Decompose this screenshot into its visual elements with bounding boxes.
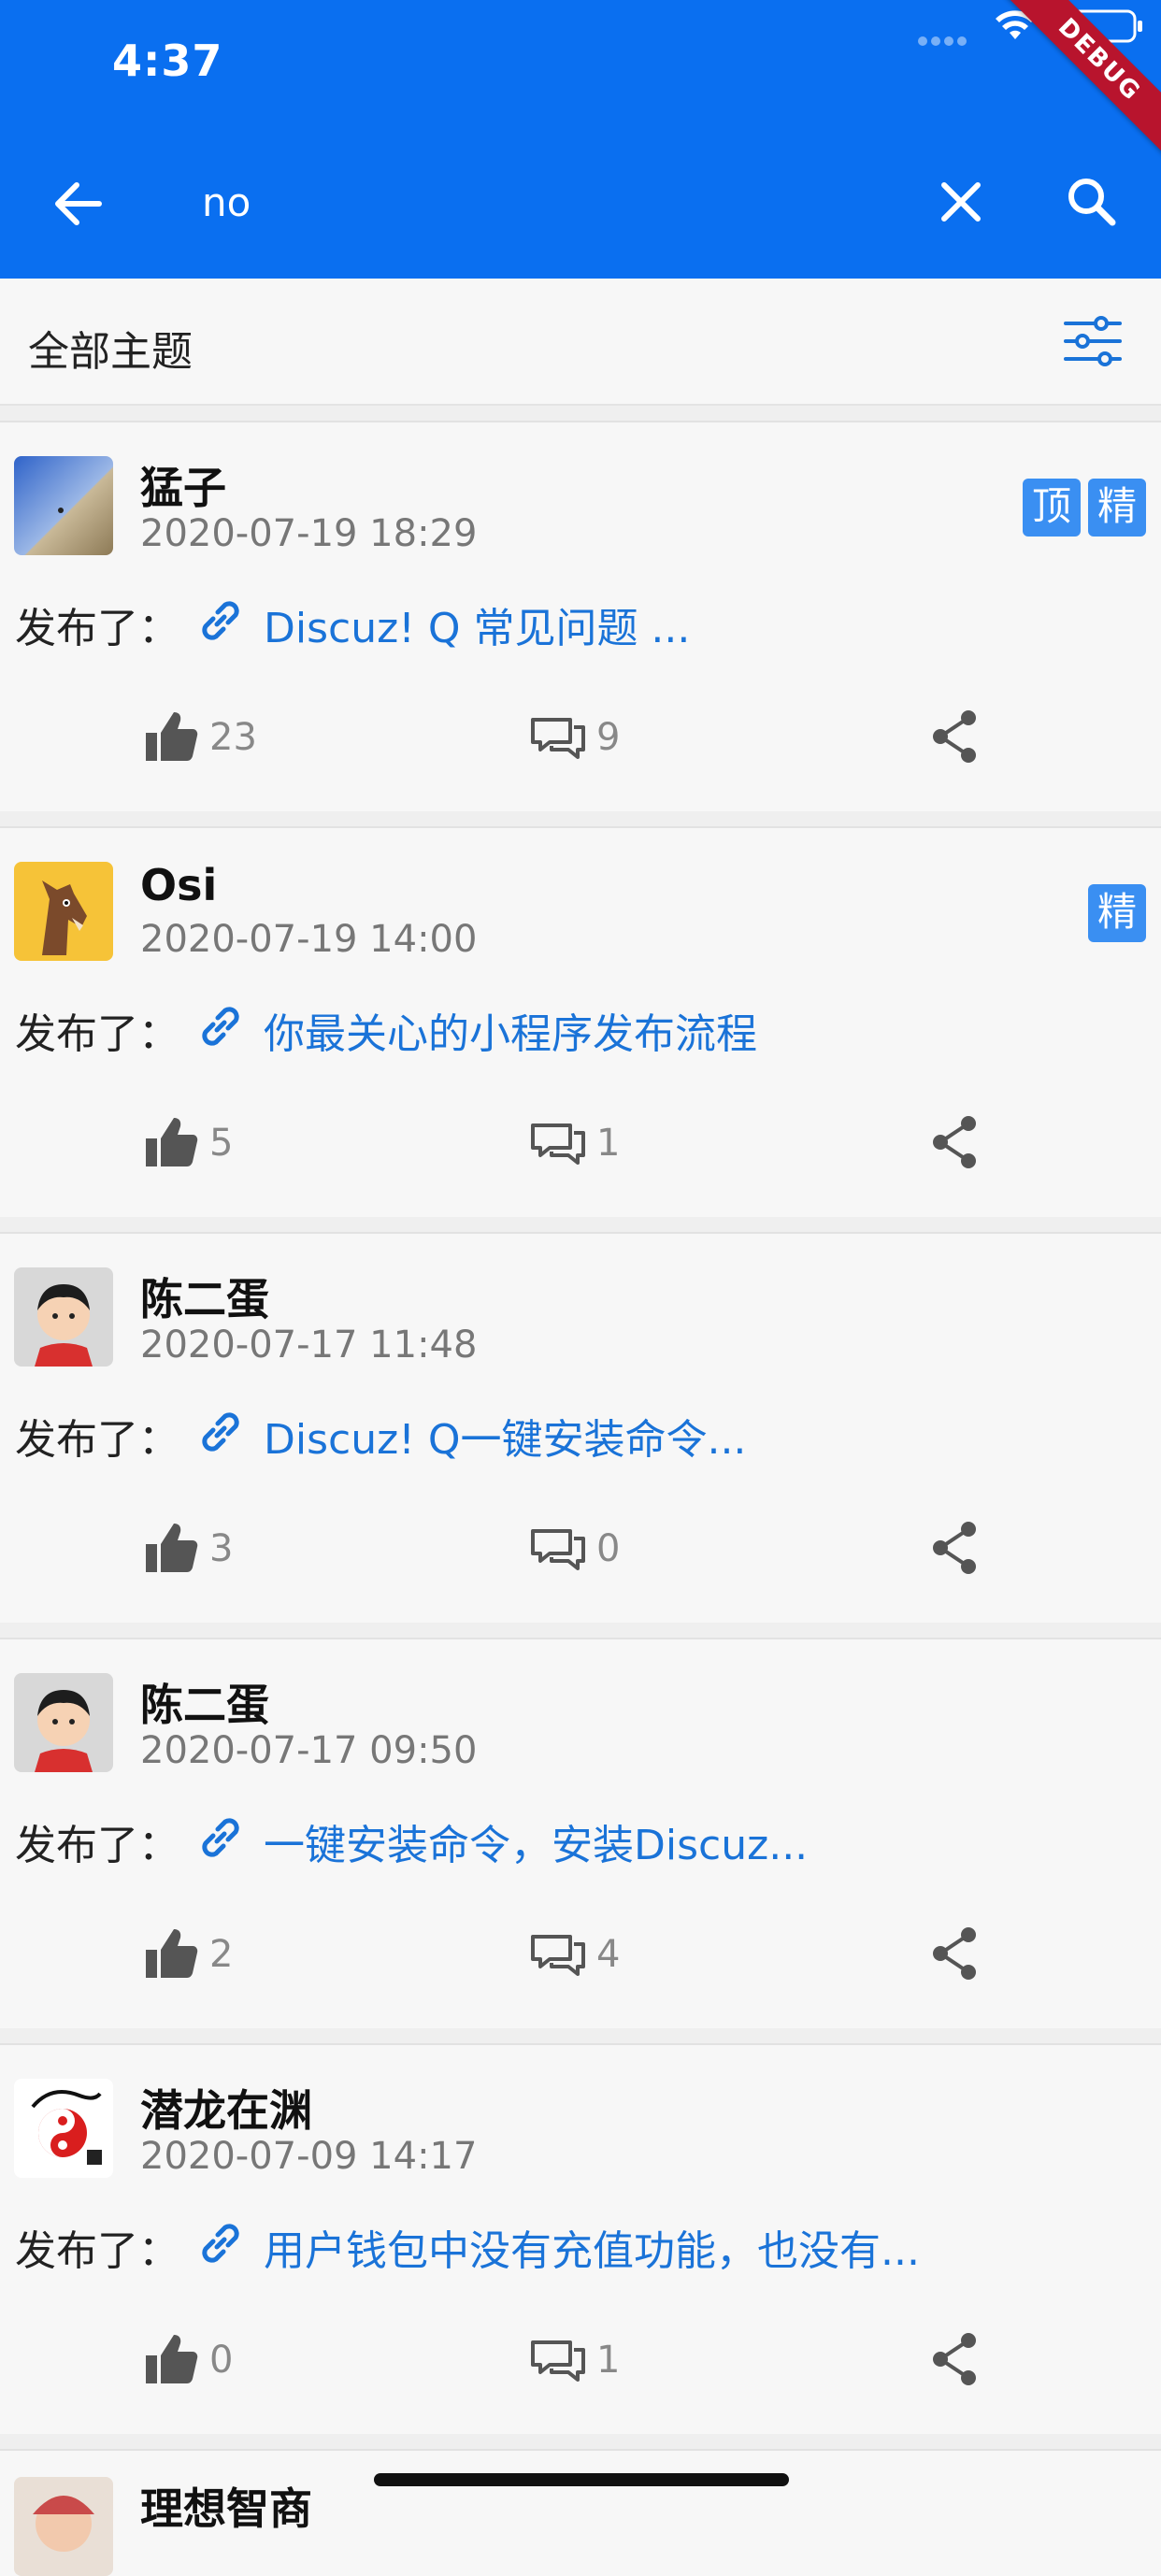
featured-badge: 精 (1088, 479, 1146, 537)
publish-label: 发布了： (15, 1822, 179, 1869)
post-title-link[interactable]: 一键安装命令，安装Discuz... (264, 1811, 808, 1871)
thumbs-up-icon (146, 1929, 198, 1978)
post-time: 2020-07-19 18:29 (140, 512, 478, 555)
signal-icon (918, 32, 974, 46)
post-card[interactable]: 陈二蛋 2020-07-17 09:50 发布了： 一键安装命令，安装Discu… (0, 1638, 1161, 2030)
divider (0, 2434, 1161, 2449)
comment-icon (531, 1529, 585, 1570)
post-title-link[interactable]: 用户钱包中没有充值功能，也没有... (264, 2217, 920, 2277)
publish-label: 发布了： (15, 1010, 179, 1058)
like-count: 5 (209, 1122, 234, 1165)
post-title-link[interactable]: Discuz! Q 常见问题 ... (264, 594, 690, 654)
post-title-link[interactable]: Discuz! Q一键安装命令... (264, 1406, 746, 1466)
badge-group: 精 (1088, 884, 1146, 942)
publish-label: 发布了： (15, 2227, 179, 2275)
comment-count: 9 (596, 716, 621, 759)
dragon-avatar[interactable] (14, 2079, 113, 2178)
thumbs-up-icon (146, 1118, 198, 1166)
featured-badge: 精 (1088, 884, 1146, 942)
post-actions: 0 1 (0, 2326, 1161, 2400)
horse-avatar[interactable] (14, 862, 113, 961)
share-icon[interactable] (929, 1112, 982, 1172)
link-icon (202, 601, 239, 640)
top-badge: 顶 (1023, 479, 1081, 537)
publish-row: 发布了： Discuz! Q 常见问题 ... (15, 589, 1137, 654)
thumbs-up-icon (146, 2335, 198, 2383)
share-icon[interactable] (929, 2329, 982, 2389)
publish-row: 发布了： 用户钱包中没有充值功能，也没有... (15, 2211, 1137, 2277)
filter-sliders-icon[interactable] (1062, 314, 1124, 368)
author-name[interactable]: 陈二蛋 (140, 1266, 269, 1327)
thumbs-up-icon (146, 1524, 198, 1572)
search-icon[interactable] (1062, 172, 1122, 232)
baby-avatar[interactable] (14, 2477, 113, 2576)
post-actions: 23 9 (0, 703, 1161, 778)
comment-icon (531, 2340, 585, 2382)
post-time: 2020-07-09 14:17 (140, 2135, 478, 2178)
divider (0, 406, 1161, 421)
author-name[interactable]: 理想智商 (140, 2475, 312, 2537)
comment-count: 4 (596, 1933, 621, 1976)
link-icon (202, 2224, 239, 2263)
comment-count: 1 (596, 1122, 621, 1165)
filter-bar: 全部主题 (0, 279, 1161, 406)
post-actions: 3 0 (0, 1514, 1161, 1589)
link-icon (202, 1412, 239, 1452)
badge-group: 顶 精 (1023, 479, 1146, 537)
filter-title[interactable]: 全部主题 (28, 318, 193, 378)
comment-count: 0 (596, 1527, 621, 1570)
post-title-link[interactable]: 你最关心的小程序发布流程 (264, 1000, 757, 1060)
author-name[interactable]: 猛子 (140, 454, 226, 516)
publish-label: 发布了： (15, 1416, 179, 1464)
comment-icon (531, 1935, 585, 1976)
publish-row: 发布了： Discuz! Q一键安装命令... (15, 1400, 1137, 1466)
comment-icon (531, 718, 585, 759)
divider (0, 811, 1161, 826)
like-count: 0 (209, 2339, 234, 2382)
search-toolbar (0, 157, 1161, 247)
publish-label: 发布了： (15, 605, 179, 652)
clear-icon[interactable] (931, 172, 991, 232)
comment-icon (531, 1123, 585, 1165)
publish-row: 发布了： 一键安装命令，安装Discuz... (15, 1806, 1137, 1871)
post-actions: 2 4 (0, 1920, 1161, 1995)
author-name[interactable]: 潜龙在渊 (140, 2077, 312, 2139)
share-icon[interactable] (929, 1924, 982, 1983)
post-card[interactable]: 潜龙在渊 2020-07-09 14:17 发布了： 用户钱包中没有充值功能，也… (0, 2043, 1161, 2436)
divider (0, 2028, 1161, 2043)
post-card[interactable]: 猛子 2020-07-19 18:29 顶 精 发布了： Discuz! Q 常… (0, 421, 1161, 813)
like-count: 23 (209, 716, 257, 759)
share-icon[interactable] (929, 1518, 982, 1578)
post-time: 2020-07-17 11:48 (140, 1324, 478, 1367)
divider (0, 1217, 1161, 1232)
landscape-avatar[interactable] (14, 456, 113, 555)
app-bar: 4:37 DEBUG (0, 0, 1161, 279)
back-arrow-icon[interactable] (49, 174, 108, 234)
post-time: 2020-07-17 09:50 (140, 1729, 478, 1772)
comment-count: 1 (596, 2339, 621, 2382)
cartoon-boy-avatar[interactable] (14, 1673, 113, 1772)
search-input[interactable] (202, 172, 894, 232)
home-indicator (374, 2473, 789, 2486)
link-icon (202, 1007, 239, 1046)
post-time: 2020-07-19 14:00 (140, 918, 478, 961)
author-name[interactable]: 陈二蛋 (140, 1671, 269, 1733)
cartoon-boy-avatar[interactable] (14, 1267, 113, 1367)
like-count: 2 (209, 1933, 234, 1976)
post-actions: 5 1 (0, 1109, 1161, 1183)
share-icon[interactable] (929, 707, 982, 766)
thumbs-up-icon (146, 712, 198, 761)
status-time: 4:37 (112, 36, 223, 86)
divider (0, 1623, 1161, 1638)
post-card[interactable]: Osi 2020-07-19 14:00 精 发布了： 你最关心的小程序发布流程… (0, 826, 1161, 1219)
link-icon (202, 1818, 239, 1857)
post-card[interactable]: 陈二蛋 2020-07-17 11:48 发布了： Discuz! Q一键安装命… (0, 1232, 1161, 1624)
publish-row: 发布了： 你最关心的小程序发布流程 (15, 995, 1137, 1060)
author-name[interactable]: Osi (140, 860, 217, 910)
like-count: 3 (209, 1527, 234, 1570)
